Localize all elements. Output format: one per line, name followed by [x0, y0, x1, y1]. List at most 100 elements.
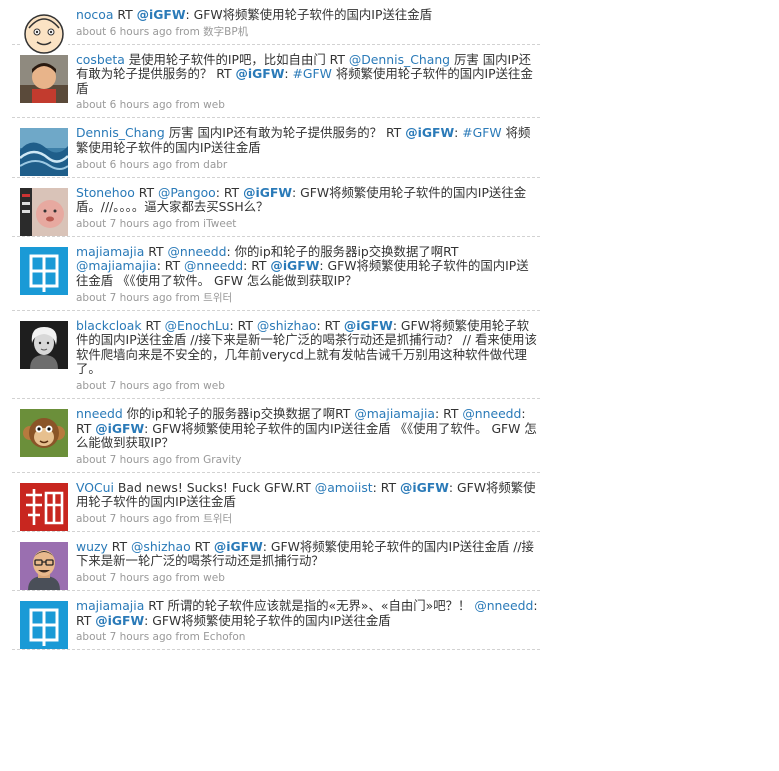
mention-link[interactable]: @iGFW: [95, 613, 144, 628]
jia-character-icon[interactable]: [20, 601, 68, 650]
mention-link[interactable]: @nneedd: [462, 406, 521, 421]
tweet-text-segment: RT: [144, 243, 168, 259]
mention-link[interactable]: @Pangoo: [158, 185, 216, 200]
mention-link[interactable]: @iGFW: [95, 421, 144, 436]
mention-link[interactable]: @nneedd: [474, 598, 533, 613]
mention-link[interactable]: @iGFW: [137, 7, 186, 22]
tweet-text-segment: RT: [190, 538, 214, 554]
tweet-item: majiamajia RT @nneedd: 你的ip和轮子的服务器ip交换数据…: [12, 237, 540, 311]
tweet-item: Dennis_Chang 厉害 国内IP还有敢为轮子提供服务的？ RT @iGF…: [12, 118, 540, 178]
timestamp-link[interactable]: about 7 hours ago: [76, 631, 172, 643]
source-label: web: [203, 379, 225, 392]
tweet-text-segment: : RT: [229, 317, 257, 333]
timestamp-link[interactable]: about 6 hours ago: [76, 26, 172, 38]
tweet-text-segment: : RT: [372, 479, 400, 495]
screen-name-link[interactable]: majiamajia: [76, 598, 144, 613]
mention-link[interactable]: @nneedd: [167, 244, 226, 259]
from-label: from: [175, 291, 200, 304]
jia-character-icon[interactable]: [20, 246, 68, 295]
tweet-meta: about 7 hours ago from Echofon: [76, 631, 540, 643]
tweet-text-segment: : RT: [215, 184, 244, 200]
mention-link[interactable]: @majiamajia: [76, 258, 157, 274]
fan-character-icon[interactable]: [20, 482, 68, 531]
tweet-text-segment: 你的ip和轮子的服务器ip交换数据了啊RT: [122, 405, 355, 421]
mention-link[interactable]: @iGFW: [400, 480, 449, 495]
tweet-text-segment: : GFW将频繁使用轮子软件的国内IP送往金盾: [185, 7, 433, 22]
from-label: from: [175, 99, 200, 112]
monkey-icon[interactable]: [20, 408, 68, 457]
tweet-text: wuzy RT @shizhao RT @iGFW: GFW将频繁使用轮子软件的…: [76, 538, 540, 569]
timestamp-link[interactable]: about 6 hours ago: [76, 159, 172, 171]
tweet-text-segment: RT: [113, 7, 137, 22]
tweet-text: Dennis_Chang 厉害 国内IP还有敢为轮子提供服务的？ RT @iGF…: [76, 126, 540, 155]
mention-link[interactable]: @iGFW: [243, 185, 292, 200]
timestamp-link[interactable]: about 7 hours ago: [76, 380, 172, 392]
timestamp-link[interactable]: about 7 hours ago: [76, 454, 172, 466]
timestamp-link[interactable]: about 7 hours ago: [76, 513, 172, 525]
from-label: from: [175, 512, 200, 525]
screen-name-link[interactable]: nocoa: [76, 7, 113, 22]
mention-link[interactable]: @iGFW: [214, 539, 263, 554]
timestamp-link[interactable]: about 7 hours ago: [76, 218, 172, 230]
mention-link[interactable]: @nneedd: [184, 258, 243, 274]
mention-link[interactable]: @majiamajia: [354, 406, 435, 421]
baby-photo-icon[interactable]: [20, 187, 68, 236]
tweet-item: VOCui Bad news! Sucks! Fuck GFW.RT @amoi…: [12, 473, 540, 532]
mention-link[interactable]: @Dennis_Chang: [349, 52, 450, 67]
tweet-item: nocoa RT @iGFW: GFW将频繁使用轮子软件的国内IP送往金盾 abo…: [12, 0, 540, 58]
tweet-meta: about 7 hours ago from iTweet: [76, 218, 540, 230]
tweet-item: wuzy RT @shizhao RT @iGFW: GFW将频繁使用轮子软件的…: [12, 532, 540, 592]
tweet-text-segment: : GFW将频繁使用轮子软件的国内IP送往金盾 《《使用了软件。 GFW 怎么能…: [76, 420, 537, 451]
mention-link[interactable]: @shizhao: [257, 318, 317, 333]
mention-link[interactable]: @iGFW: [270, 258, 319, 274]
mention-link[interactable]: @iGFW: [344, 318, 393, 333]
screen-name-link[interactable]: blackcloak: [76, 318, 142, 333]
screen-name-link[interactable]: Stonehoo: [76, 185, 135, 200]
screen-name-link[interactable]: Dennis_Chang: [76, 125, 165, 141]
tweet-text: nocoa RT @iGFW: GFW将频繁使用轮子软件的国内IP送往金盾: [76, 7, 540, 23]
tweet-text-segment: : GFW将频繁使用轮子软件的国内IP送往金盾: [144, 612, 391, 628]
tweet-text: nneedd 你的ip和轮子的服务器ip交换数据了啊RT @majiamajia…: [76, 405, 540, 451]
timestamp-link[interactable]: about 7 hours ago: [76, 292, 172, 304]
tweet-text-segment: :: [284, 66, 293, 82]
cartoon-man-icon[interactable]: [20, 541, 68, 590]
screen-name-link[interactable]: cosbeta: [76, 52, 125, 67]
tweet-meta: about 6 hours ago from web: [76, 99, 540, 111]
tweet-text: Stonehoo RT @Pangoo: RT @iGFW: GFW将频繁使用轮…: [76, 184, 540, 215]
tweet-text-segment: : RT: [156, 258, 185, 274]
mention-link[interactable]: @EnochLu: [165, 318, 230, 333]
tweet-text: majiamajia RT @nneedd: 你的ip和轮子的服务器ip交换数据…: [76, 243, 540, 289]
mention-link[interactable]: @iGFW: [405, 125, 454, 141]
hashtag-link[interactable]: #GFW: [462, 125, 501, 141]
portrait-photo-icon[interactable]: [20, 320, 68, 369]
source-label: 트위터: [203, 512, 233, 525]
screen-name-link[interactable]: nneedd: [76, 406, 123, 421]
hashtag-link[interactable]: #GFW: [293, 66, 332, 81]
from-label: from: [175, 217, 200, 230]
tweet-text-segment: : RT: [435, 405, 463, 421]
timestamp-link[interactable]: about 7 hours ago: [76, 572, 172, 584]
tweet-text: cosbeta 是使用轮子软件的IP吧，比如自由门 RT @Dennis_Cha…: [76, 52, 540, 97]
timestamp-link[interactable]: about 6 hours ago: [76, 99, 172, 111]
mention-link[interactable]: @iGFW: [235, 66, 284, 81]
tweet-item: cosbeta 是使用轮子软件的IP吧，比如自由门 RT @Dennis_Cha…: [12, 45, 540, 119]
from-label: from: [175, 379, 200, 392]
from-label: from: [175, 453, 200, 466]
tweet-text-segment: : 你的ip和轮子的服务器ip交换数据了啊RT: [226, 243, 459, 259]
tweet-text-segment: : RT: [316, 317, 344, 333]
source-label: 트위터: [203, 291, 233, 304]
tweet-meta: about 7 hours ago from web: [76, 572, 540, 584]
tweet-text-segment: RT: [141, 317, 165, 333]
screen-name-link[interactable]: wuzy: [76, 539, 108, 554]
tweet-text-segment: RT 所谓的轮子软件应该就是指的«无界»、«自由门»吧？！: [144, 598, 475, 614]
from-label: from: [175, 572, 200, 585]
child-photo-icon[interactable]: [20, 54, 68, 103]
mention-link[interactable]: @shizhao: [131, 539, 191, 554]
screen-name-link[interactable]: majiamajia: [76, 244, 144, 259]
tweet-item: Stonehoo RT @Pangoo: RT @iGFW: GFW将频繁使用轮…: [12, 178, 540, 237]
mention-link[interactable]: @amoiist: [315, 480, 373, 495]
source-label: iTweet: [203, 217, 237, 230]
tweet-text-segment: RT: [107, 538, 131, 554]
ocean-wave-icon[interactable]: [20, 128, 68, 177]
screen-name-link[interactable]: VOCui: [76, 480, 114, 495]
